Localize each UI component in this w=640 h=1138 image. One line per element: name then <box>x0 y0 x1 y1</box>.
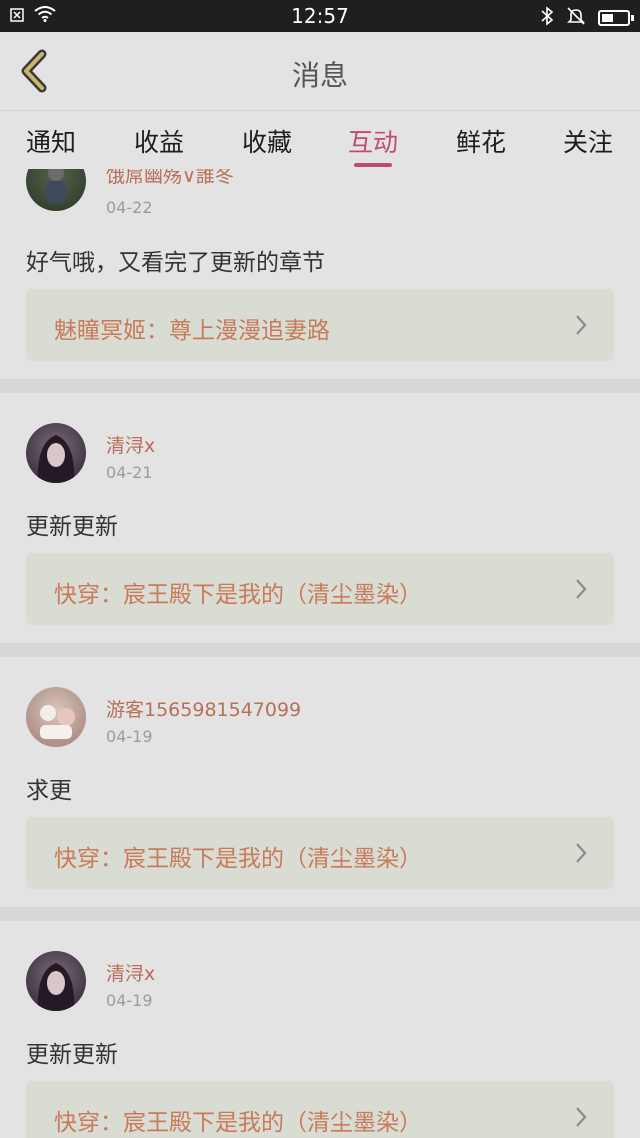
bell-muted-icon <box>566 6 586 30</box>
tab-earnings[interactable]: 收益 <box>114 123 204 159</box>
book-title: 快穿：宸王殿下是我的（清尘墨染） <box>54 1110 422 1136</box>
book-title: 魅瞳冥姬：尊上漫漫追妻路 <box>54 318 330 344</box>
avatar[interactable] <box>26 951 86 1011</box>
comment-text: 求更 <box>26 778 72 804</box>
feed-item: 游客1565981547099 04-19 求更 快穿：宸王殿下是我的（清尘墨染… <box>0 657 640 907</box>
book-title: 快穿：宸王殿下是我的（清尘墨染） <box>54 582 422 608</box>
book-link-card[interactable]: 快穿：宸王殿下是我的（清尘墨染） <box>26 817 614 889</box>
comment-date: 04-19 <box>106 991 153 1010</box>
avatar[interactable] <box>26 169 86 211</box>
tab-favorites[interactable]: 收藏 <box>222 123 312 159</box>
book-link-card[interactable]: 快穿：宸王殿下是我的（清尘墨染） <box>26 1081 614 1138</box>
battery-icon <box>598 10 634 26</box>
avatar[interactable] <box>26 423 86 483</box>
username[interactable]: 清浔x <box>106 431 155 458</box>
username[interactable]: 饿屌幽殇∨誰冬 <box>106 169 234 188</box>
feed-item: 清浔x 04-19 更新更新 快穿：宸王殿下是我的（清尘墨染） <box>0 921 640 1138</box>
book-link-card[interactable]: 快穿：宸王殿下是我的（清尘墨染） <box>26 553 614 625</box>
item-separator <box>0 643 640 657</box>
tab-following[interactable]: 关注 <box>543 123 633 159</box>
comment-date: 04-19 <box>106 727 153 746</box>
tab-notification[interactable]: 通知 <box>6 123 96 159</box>
comment-date: 04-22 <box>106 198 153 217</box>
avatar[interactable] <box>26 687 86 747</box>
status-bar: 12:57 <box>0 0 640 32</box>
tab-interaction[interactable]: 互动 <box>328 123 418 167</box>
comment-text: 好气哦，又看完了更新的章节 <box>26 250 325 276</box>
item-separator <box>0 907 640 921</box>
page-title: 消息 <box>291 59 348 92</box>
book-link-card[interactable]: 魅瞳冥姬：尊上漫漫追妻路 <box>26 289 614 361</box>
tab-flowers[interactable]: 鲜花 <box>436 123 526 159</box>
item-separator <box>0 379 640 393</box>
comment-text: 更新更新 <box>26 514 118 540</box>
chevron-right-icon <box>576 1107 587 1127</box>
comment-text: 更新更新 <box>26 1042 118 1068</box>
comment-date: 04-21 <box>106 463 153 482</box>
chevron-right-icon <box>576 315 587 335</box>
book-title: 快穿：宸王殿下是我的（清尘墨染） <box>54 846 422 872</box>
bluetooth-icon <box>540 6 554 30</box>
interaction-feed: 饿屌幽殇∨誰冬 04-22 好气哦，又看完了更新的章节 魅瞳冥姬：尊上漫漫追妻路… <box>0 169 640 1138</box>
chevron-right-icon <box>576 579 587 599</box>
feed-item: 饿屌幽殇∨誰冬 04-22 好气哦，又看完了更新的章节 魅瞳冥姬：尊上漫漫追妻路 <box>0 169 640 379</box>
feed-item: 清浔x 04-21 更新更新 快穿：宸王殿下是我的（清尘墨染） <box>0 393 640 643</box>
nav-bar: 消息 <box>0 32 640 111</box>
username[interactable]: 游客1565981547099 <box>106 695 301 722</box>
tab-bar: 通知 收益 收藏 互动 鲜花 关注 <box>0 111 640 169</box>
active-tab-indicator <box>354 163 392 167</box>
username[interactable]: 清浔x <box>106 959 155 986</box>
tab-interaction-label: 互动 <box>347 128 398 157</box>
chevron-right-icon <box>576 843 587 863</box>
